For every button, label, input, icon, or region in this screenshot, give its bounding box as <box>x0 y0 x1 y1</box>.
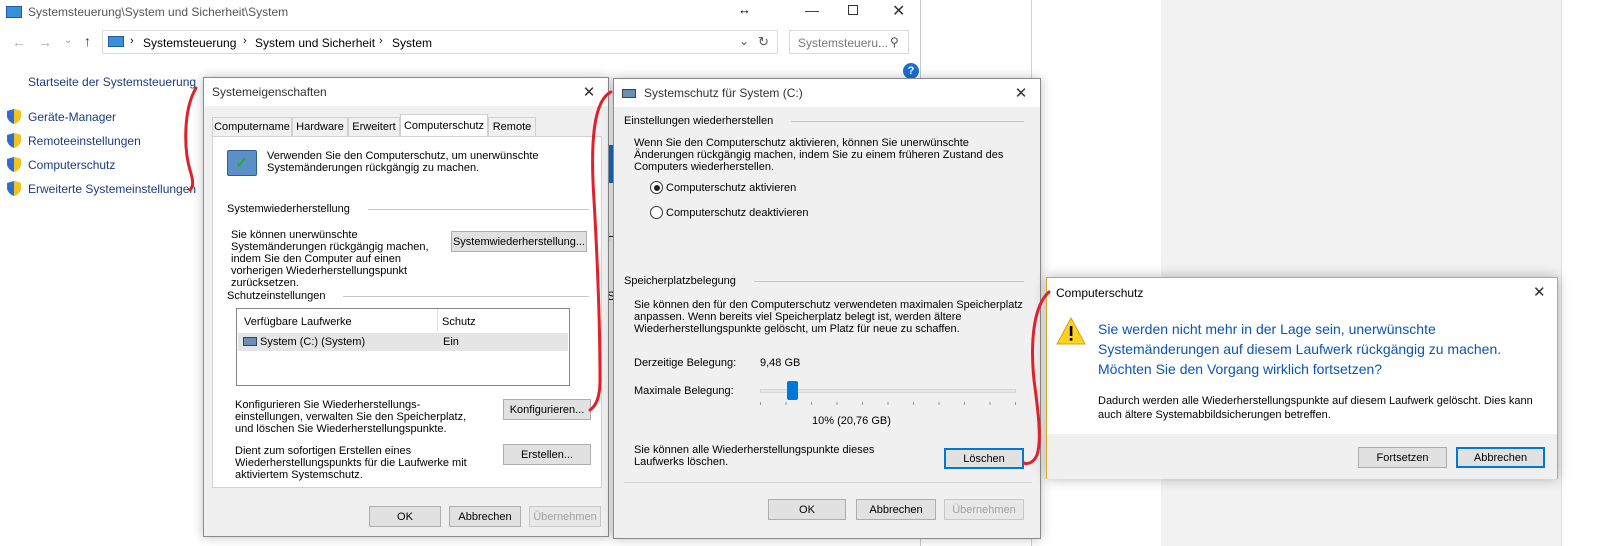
red-annotation-stroke <box>588 90 613 412</box>
red-annotation-stroke <box>184 86 198 192</box>
red-annotation <box>184 86 1051 466</box>
annotation-strokes <box>184 86 1051 466</box>
red-annotation-stroke <box>1022 290 1051 466</box>
